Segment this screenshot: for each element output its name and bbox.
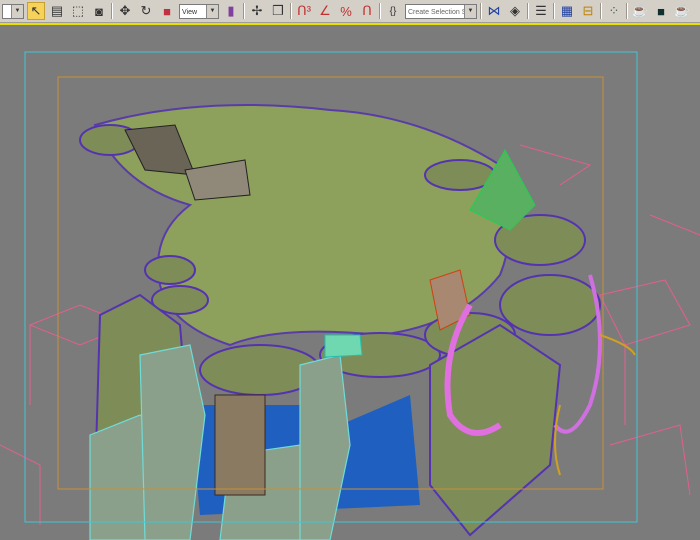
render-teapot-icon: ☕ [631,3,649,18]
keyboard-shortcut-override-button[interactable]: ❒ [269,2,287,20]
align-icon: ◈ [510,3,520,18]
mirror-icon: ⋈ [487,3,501,18]
select-by-name-icon: ▤ [50,3,64,18]
chevron-down-icon: ▼ [206,4,218,18]
move-icon: ✥ [119,3,131,18]
named-selection-placeholder: Create Selection Set [408,8,473,16]
pivot-center-icon: ▮ [227,3,235,18]
select-and-rotate-button[interactable]: ↻ [137,2,155,20]
curve-editor-button[interactable]: ▦ [558,2,576,20]
schematic-view-button[interactable]: ⊟ [579,2,597,20]
align-button[interactable]: ◈ [506,2,524,20]
separator [111,3,113,19]
percent-snap-button[interactable]: % [337,2,355,20]
perspective-viewport[interactable] [0,25,700,540]
main-toolbar: ▼ ↖ ▤ ⬚ ◙ ✥ ↻ ■ View ▼ ▮ ✢ ❒ ᑎ³ ∠ % ᑎ {} … [0,0,700,23]
rectangular-selection-button[interactable]: ⬚ [69,2,87,20]
separator [290,3,292,19]
snaps-toggle-button[interactable]: ᑎ³ [295,2,313,20]
window-crossing-icon: ◙ [95,3,103,19]
rectangle-selection-icon: ⬚ [71,3,85,18]
frame-window-icon: ■ [657,3,665,19]
select-by-name-button[interactable]: ▤ [48,2,66,20]
select-and-manipulate-button[interactable]: ✢ [248,2,266,20]
selection-filter-dropdown[interactable]: ▼ [2,3,24,19]
magnet-snap-icon: ᑎ³ [297,3,311,18]
cyan-tile-object [324,334,363,358]
mirror-button[interactable]: ⋈ [485,2,503,20]
separator [626,3,628,19]
separator [480,3,482,19]
reference-coordinate-value: View [182,8,198,16]
material-editor-button[interactable]: ⁘ [605,2,623,20]
separator [600,3,602,19]
use-pivot-center-button[interactable]: ▮ [222,2,240,20]
render-setup-button[interactable]: ☕ [631,2,649,20]
manipulate-icon: ✢ [251,3,263,18]
named-selection-dropdown[interactable]: Create Selection Set ▼ [405,3,477,19]
angle-snap-icon: ∠ [319,3,331,18]
schematic-view-icon: ⊟ [582,3,594,18]
chevron-down-icon: ▼ [464,4,476,18]
layer-manager-button[interactable]: ☰ [532,2,550,20]
separator [527,3,529,19]
separator [379,3,381,19]
curve-editor-icon: ▦ [560,3,574,18]
angle-snap-button[interactable]: ∠ [316,2,334,20]
cursor-arrow-icon: ↖ [30,3,42,18]
teapot-icon: ☕ [673,3,691,18]
named-selection-icon: {} [389,5,397,17]
quick-render-button[interactable]: ☕ [673,2,691,20]
select-and-move-button[interactable]: ✥ [116,2,134,20]
rendered-frame-window-button[interactable]: ■ [652,2,670,20]
separator [243,3,245,19]
reference-coordinate-dropdown[interactable]: View ▼ [179,3,219,19]
select-and-scale-button[interactable]: ■ [158,2,176,20]
chevron-down-icon: ▼ [11,4,23,18]
spinner-snap-icon: ᑎ [362,3,372,18]
percent-snap-icon: % [340,3,352,19]
select-object-button[interactable]: ↖ [27,2,45,20]
material-spheres-icon: ⁘ [608,3,620,18]
window-crossing-button[interactable]: ◙ [90,2,108,20]
spinner-snap-button[interactable]: ᑎ [358,2,376,20]
rotate-icon: ↻ [140,3,152,18]
separator [553,3,555,19]
layers-icon: ☰ [535,3,547,18]
box-icon: ❒ [272,3,284,18]
edit-named-selection-button[interactable]: {} [384,2,402,20]
scale-icon: ■ [163,3,171,19]
stone-column [214,394,266,496]
